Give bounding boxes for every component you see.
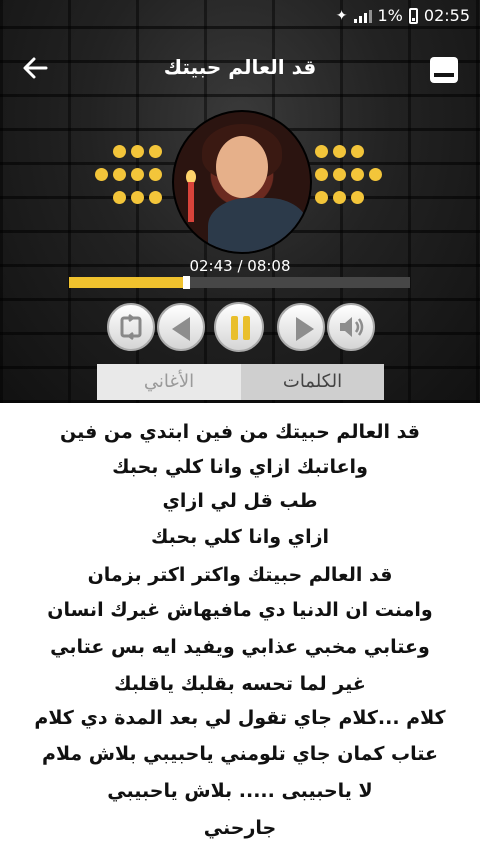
- lyric-line: وامنت ان الدنيا دي مافيهاش غيرك انسان: [47, 599, 433, 621]
- clock: 02:55: [423, 6, 470, 25]
- tab-songs[interactable]: الأغاني: [97, 364, 241, 400]
- repeat-icon: [120, 314, 142, 340]
- battery-icon: [408, 7, 418, 24]
- signal-icon: [353, 9, 372, 23]
- previous-button[interactable]: [157, 303, 205, 351]
- lyric-line: غير لما تحسه بقلبك ياقلبك: [114, 673, 366, 695]
- lyric-line: جارحني: [203, 817, 277, 839]
- previous-icon: [172, 317, 190, 341]
- battery-percent: 1%: [377, 6, 403, 25]
- status-bar: ✦ 1% 02:55: [0, 0, 480, 32]
- lyric-line: قد العالم حبيتك من فين ابتدي من فين: [59, 421, 421, 443]
- progress-fill: [69, 277, 186, 288]
- lyric-line: عتاب كمان جاي تلومني ياحبيبي بلاش ملام: [42, 743, 438, 765]
- page-title: قد العالم حبيتك: [163, 55, 317, 79]
- player-header: ✦ 1% 02:55 قد العالم حبيتك 02:43 / 08:08…: [0, 0, 480, 403]
- tab-lyrics[interactable]: الكلمات: [241, 364, 384, 400]
- playback-controls: [0, 302, 480, 353]
- menu-icon[interactable]: [430, 57, 458, 83]
- pause-button[interactable]: [214, 302, 264, 352]
- lyrics-panel: قد العالم حبيتك من فين ابتدي من فين واعا…: [0, 403, 480, 853]
- artist-avatar: [172, 110, 312, 254]
- next-button[interactable]: [277, 303, 325, 351]
- lyric-line: لا ياحبيبى ..... بلاش ياحبيبي: [107, 780, 373, 802]
- lyric-line: طب قل لي ازاي: [162, 490, 318, 512]
- lyric-line: كلام ...كلام جاي تقول لي بعد المدة دي كل…: [34, 707, 446, 729]
- lyric-line: وعتابي مخبي عذابي ويفيد ايه بس عتابي: [50, 636, 430, 658]
- wifi-icon: ✦: [335, 7, 348, 24]
- progress-bar[interactable]: [69, 276, 410, 289]
- repeat-button[interactable]: [107, 303, 155, 351]
- time-display: 02:43 / 08:08: [189, 257, 291, 275]
- lyric-line: ازاي وانا كلي بحبك: [150, 526, 330, 548]
- dots-right-decoration: [315, 145, 387, 204]
- lyric-line: واعاتبك ازاي وانا كلي بحبك: [112, 456, 368, 478]
- dots-left-decoration: [95, 145, 167, 204]
- toolbar: قد العالم حبيتك: [0, 45, 480, 95]
- lyric-line: قد العالم حبيتك واكتر اكتر بزمان: [87, 564, 393, 586]
- tab-bar: الأغاني الكلمات: [97, 364, 384, 400]
- volume-icon: [340, 317, 364, 337]
- next-icon: [296, 317, 314, 341]
- progress-handle[interactable]: [182, 276, 190, 289]
- volume-button[interactable]: [327, 303, 375, 351]
